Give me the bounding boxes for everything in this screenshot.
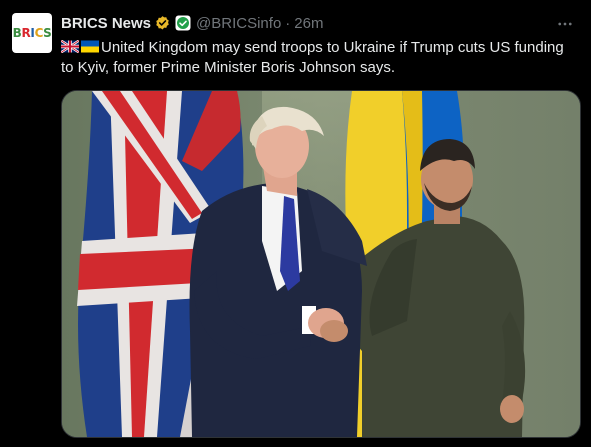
tweet-text: United Kingdom may send troops to Ukrain…	[60, 38, 571, 78]
separator-dot: ·	[285, 14, 291, 32]
author-name[interactable]: BRICS News	[61, 15, 151, 32]
tweet-header: BRICS News @BRICSinfo · 26m	[61, 13, 323, 33]
more-options-icon[interactable]	[553, 12, 577, 36]
uk-flag-icon	[60, 39, 80, 54]
gold-verified-badge-icon[interactable]	[154, 15, 171, 32]
author-handle[interactable]: @BRICSinfo	[196, 15, 281, 32]
avatar-letter: C	[34, 26, 44, 40]
tweet-card[interactable]: B R I C S BRICS News @BRICSinfo · 26m Un…	[0, 0, 591, 447]
post-time[interactable]: 26m	[294, 15, 323, 32]
author-avatar[interactable]: B R I C S	[12, 13, 52, 53]
avatar-letter: S	[43, 26, 52, 40]
photo-johnson-zelensky-handshake	[62, 91, 580, 437]
ukraine-flag-icon	[81, 39, 99, 53]
brics-logo: B R I C S	[13, 26, 52, 40]
tweet-photo[interactable]	[61, 90, 581, 438]
tweet-body-text: United Kingdom may send troops to Ukrain…	[61, 39, 564, 76]
avatar-letter: B	[12, 26, 22, 40]
avatar-letter: R	[21, 26, 31, 40]
affiliation-badge-icon[interactable]	[175, 15, 191, 31]
